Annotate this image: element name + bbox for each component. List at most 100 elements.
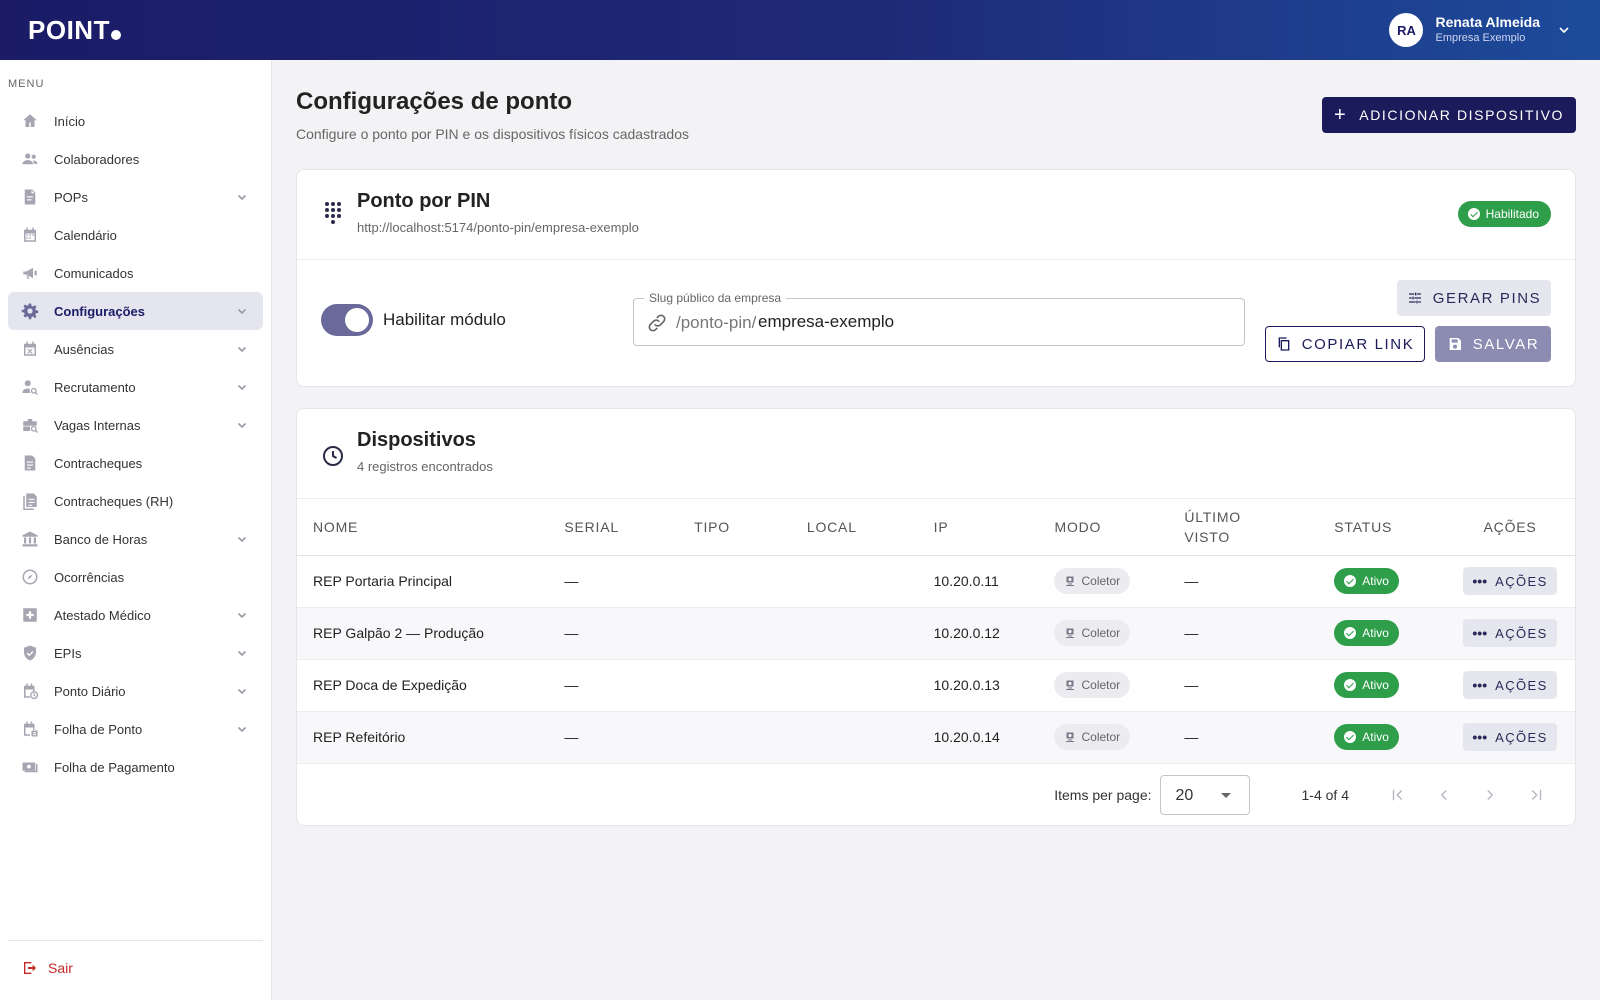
column-header-last-seen[interactable]: ÚLTIMO VISTO xyxy=(1168,499,1319,556)
sidebar-item-ocorrencias[interactable]: Ocorrências xyxy=(8,558,263,596)
actions-label: AÇÕES xyxy=(1495,729,1548,745)
column-header-status[interactable]: STATUS xyxy=(1318,499,1446,556)
check-circle-icon xyxy=(1344,731,1357,743)
calendar-x-icon xyxy=(20,339,40,359)
device-local xyxy=(790,711,918,764)
column-header-name[interactable]: NOME xyxy=(297,499,549,556)
sidebar: MENU Início Colaboradores POPs Calendário Co… xyxy=(0,60,272,1000)
mode-chip: Coletor xyxy=(1054,672,1131,698)
last-page-button[interactable] xyxy=(1513,775,1559,815)
chevron-down-icon[interactable] xyxy=(237,684,247,695)
table-row[interactable]: REP Refeitório —10.20.0.14 Coletor — Ativo ••… xyxy=(297,711,1575,764)
sidebar-item-label: Ocorrências xyxy=(54,569,125,585)
column-header-type[interactable]: TIPO xyxy=(678,499,791,556)
save-button[interactable]: SALVAR xyxy=(1435,326,1551,362)
column-header-local[interactable]: LOCAL xyxy=(790,499,918,556)
copy-link-button[interactable]: COPIAR LINK xyxy=(1265,326,1425,362)
sidebar-item-comunicados[interactable]: Comunicados xyxy=(8,254,263,292)
chevron-down-icon[interactable] xyxy=(237,532,247,543)
device-type xyxy=(678,711,791,764)
actions-button[interactable]: ••• AÇÕES xyxy=(1463,567,1558,595)
user-company: Empresa Exemplo xyxy=(1435,32,1526,44)
previous-page-button[interactable] xyxy=(1421,775,1467,815)
enable-module-toggle[interactable] xyxy=(321,304,373,336)
check-circle-icon xyxy=(1344,575,1357,587)
device-icon xyxy=(1066,732,1075,742)
chevron-right-icon xyxy=(1487,790,1494,800)
sidebar-item-label: Vagas Internas xyxy=(54,417,141,433)
devices-count: 4 registros encontrados xyxy=(357,459,493,474)
page-size-select[interactable]: 20 xyxy=(1159,775,1250,815)
column-header-mode[interactable]: MODO xyxy=(1038,499,1169,556)
more-horizontal-icon: ••• xyxy=(1472,573,1488,589)
add-device-button[interactable]: + ADICIONAR DISPOSITIVO xyxy=(1322,97,1576,133)
chevron-down-icon[interactable] xyxy=(237,722,247,733)
sidebar-item-inicio[interactable]: Início xyxy=(8,102,263,140)
sidebar-item-contracheques[interactable]: Contracheques xyxy=(8,444,263,482)
sidebar-item-banco-de-horas[interactable]: Banco de Horas xyxy=(8,520,263,558)
actions-button[interactable]: ••• AÇÕES xyxy=(1463,619,1558,647)
chevron-down-icon[interactable] xyxy=(237,342,247,353)
actions-button[interactable]: ••• AÇÕES xyxy=(1463,671,1558,699)
user-menu[interactable]: RA Renata Almeida Empresa Exemplo xyxy=(1389,13,1570,47)
device-name: REP Doca de Expedição xyxy=(297,659,549,712)
sidebar-item-contracheques-rh[interactable]: Contracheques (RH) xyxy=(8,482,263,520)
status-badge: Habilitado xyxy=(1457,201,1551,227)
dialpad-icon xyxy=(325,202,341,224)
chevron-down-icon[interactable] xyxy=(237,646,247,657)
device-local xyxy=(790,555,918,608)
clock-icon xyxy=(323,446,343,466)
table-row[interactable]: REP Portaria Principal —10.20.0.11 Coletor… xyxy=(297,555,1575,608)
status-label: Ativo xyxy=(1362,730,1389,744)
sidebar-item-label: Banco de Horas xyxy=(54,531,148,547)
mode-label: Coletor xyxy=(1081,574,1121,588)
document-icon xyxy=(20,187,40,207)
sidebar-divider xyxy=(8,940,263,941)
device-serial: — xyxy=(548,555,679,608)
sidebar-item-configuracoes[interactable]: Configurações xyxy=(8,292,263,330)
sidebar-item-folha-de-ponto[interactable]: Folha de Ponto xyxy=(8,710,263,748)
logout-icon xyxy=(24,962,36,974)
sidebar-item-colaboradores[interactable]: Colaboradores xyxy=(8,140,263,178)
chevron-down-icon[interactable] xyxy=(237,380,247,391)
sidebar-item-ausencias[interactable]: Ausências xyxy=(8,330,263,368)
sidebar-item-label: POPs xyxy=(54,189,88,205)
chevron-down-icon[interactable] xyxy=(237,190,247,201)
user-name: Renata Almeida xyxy=(1435,14,1540,30)
sidebar-item-epis[interactable]: EPIs xyxy=(8,634,263,672)
chevron-down-icon[interactable] xyxy=(1558,24,1570,36)
device-icon xyxy=(1066,576,1075,586)
sidebar-item-folha-de-pagamento[interactable]: Folha de Pagamento xyxy=(8,748,263,786)
actions-button[interactable]: ••• AÇÕES xyxy=(1463,723,1558,751)
copy-icon xyxy=(1278,337,1290,351)
mode-label: Coletor xyxy=(1081,678,1121,692)
check-circle-icon xyxy=(1344,679,1357,691)
sidebar-item-recrutamento[interactable]: Recrutamento xyxy=(8,368,263,406)
sidebar-item-atestado-medico[interactable]: Atestado Médico xyxy=(8,596,263,634)
calendar-icon xyxy=(20,225,40,245)
sidebar-item-calendario[interactable]: Calendário xyxy=(8,216,263,254)
table-row[interactable]: REP Galpão 2 — Produção —10.20.0.12 Coleto… xyxy=(297,607,1575,660)
chevron-down-icon[interactable] xyxy=(237,304,247,315)
first-page-button[interactable] xyxy=(1375,775,1421,815)
sidebar-item-ponto-diario[interactable]: Ponto Diário xyxy=(8,672,263,710)
sidebar-item-pops[interactable]: POPs xyxy=(8,178,263,216)
chevron-down-icon[interactable] xyxy=(237,608,247,619)
column-header-serial[interactable]: SERIAL xyxy=(548,499,679,556)
generate-pins-button[interactable]: GERAR PINS xyxy=(1397,280,1551,316)
status-badge-label: Habilitado xyxy=(1485,207,1539,221)
more-horizontal-icon: ••• xyxy=(1472,677,1488,693)
device-name: REP Portaria Principal xyxy=(297,555,549,608)
sidebar-item-label: Folha de Pagamento xyxy=(54,759,175,775)
pin-card-header: Ponto por PIN http://localhost:5174/pont… xyxy=(297,170,1575,260)
sidebar-item-vagas-internas[interactable]: Vagas Internas xyxy=(8,406,263,444)
table-row[interactable]: REP Doca de Expedição —10.20.0.13 Coletor —… xyxy=(297,659,1575,712)
app-logo[interactable]: POINT xyxy=(28,15,121,46)
page-size-value: 20 xyxy=(1175,787,1194,804)
logout-button[interactable]: Sair xyxy=(22,960,73,976)
next-page-button[interactable] xyxy=(1467,775,1513,815)
slug-input[interactable] xyxy=(758,309,1228,335)
chevron-down-icon[interactable] xyxy=(237,418,247,429)
column-header-ip[interactable]: IP xyxy=(917,499,1039,556)
receipt-icon xyxy=(20,453,40,473)
